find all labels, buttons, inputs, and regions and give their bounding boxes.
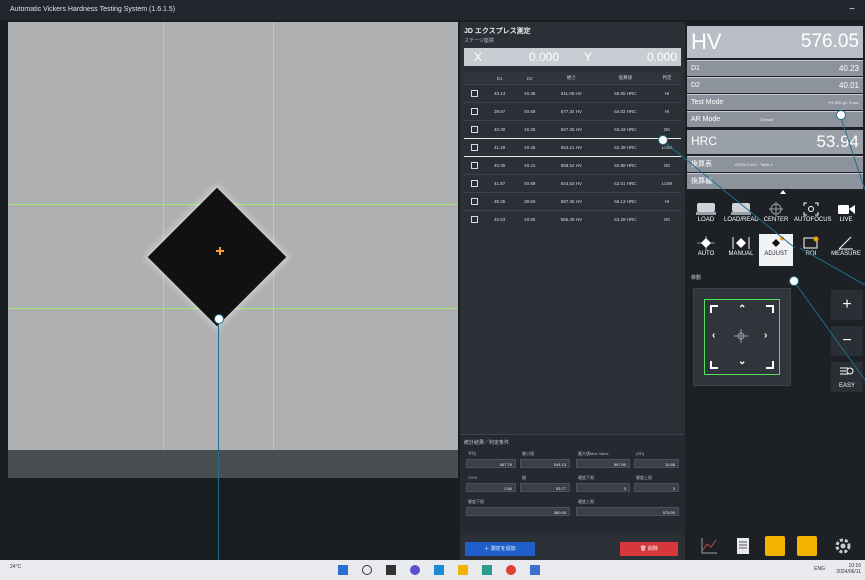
search-icon[interactable] <box>362 565 372 575</box>
start-icon[interactable] <box>338 565 348 575</box>
store-icon[interactable] <box>482 565 492 575</box>
callout-lines <box>661 114 865 381</box>
explorer-icon[interactable] <box>458 565 468 575</box>
callout-dot-2 <box>658 135 668 145</box>
chrome-icon[interactable] <box>506 565 516 575</box>
task-view-icon[interactable] <box>386 565 396 575</box>
taskbar: 24°C ENG 10:16 2024/06/11 <box>0 560 865 580</box>
callout-dot-4 <box>836 110 846 120</box>
callout-dot-3 <box>789 276 799 286</box>
clock[interactable]: 10:16 2024/06/11 <box>836 563 861 575</box>
chat-icon[interactable] <box>410 565 420 575</box>
clock-date: 2024/06/11 <box>836 569 861 575</box>
edge-icon[interactable] <box>434 565 444 575</box>
language-indicator[interactable]: ENG <box>814 566 825 572</box>
app-icon[interactable] <box>530 565 540 575</box>
weather-widget[interactable]: 24°C <box>10 564 21 570</box>
